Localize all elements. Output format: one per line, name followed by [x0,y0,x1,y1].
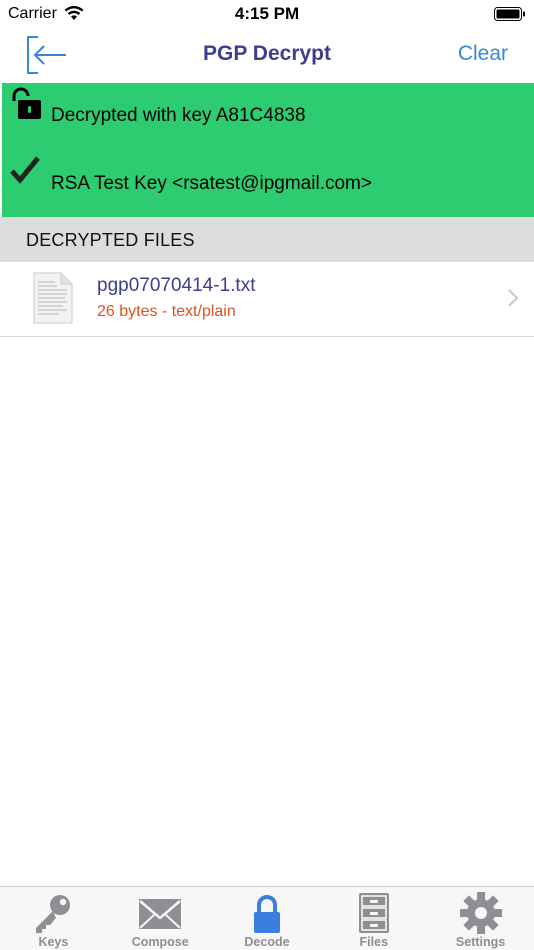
gear-icon [459,891,503,940]
tab-compose[interactable]: Compose [107,887,214,950]
unlock-icon [8,86,42,125]
status-bar: Carrier 4:15 PM [0,0,534,30]
checkmark-icon [9,155,41,190]
page-title: PGP Decrypt [203,42,331,65]
tab-settings[interactable]: Settings [427,887,534,950]
signer-text: RSA Test Key <rsatest@ipgmail.com> [51,173,372,194]
back-arrow-icon [24,36,70,82]
tab-label-files: Files [359,935,389,949]
clear-button[interactable]: Clear [458,42,508,66]
navigation-bar: PGP Decrypt Clear [0,30,534,82]
battery-icon [494,7,526,26]
tab-bar: Keys Compose Decode Files Settings [0,886,534,950]
envelope-icon [138,891,182,940]
chevron-right-icon [508,289,519,312]
tab-decode[interactable]: Decode [214,887,321,950]
tab-keys[interactable]: Keys [0,887,107,950]
cabinet-icon [352,891,396,940]
tab-label-compose: Compose [131,935,189,949]
tab-label-decode: Decode [244,935,290,949]
tab-label-settings: Settings [455,935,506,949]
tab-files[interactable]: Files [320,887,427,950]
file-name: pgp07070414-1.txt [97,275,256,296]
key-icon [31,891,75,940]
decrypt-status-panel: Decrypted with key A81C4838 RSA Test Key… [2,83,534,217]
lock-icon [245,891,289,940]
document-icon [33,272,73,329]
file-meta: 26 bytes - text/plain [97,303,236,320]
section-header: DECRYPTED FILES [0,217,534,262]
file-row[interactable]: pgp07070414-1.txt 26 bytes - text/plain [0,262,534,337]
status-time: 4:15 PM [234,4,300,23]
decrypted-key-text: Decrypted with key A81C4838 [51,105,306,126]
tab-label-keys: Keys [38,935,69,949]
back-button[interactable] [24,32,70,78]
section-header-label: DECRYPTED FILES [26,230,195,250]
